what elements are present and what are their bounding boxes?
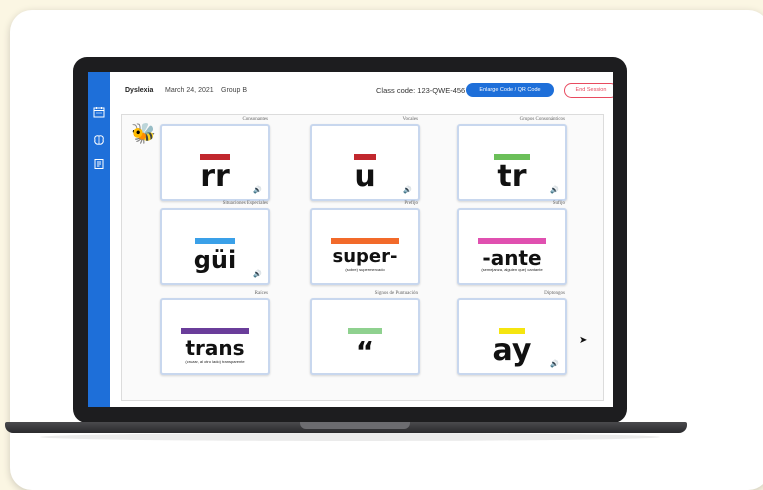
tile-text: ay bbox=[492, 333, 532, 368]
tile-signos-de-puntuacion[interactable]: Signos de Puntuación “ bbox=[310, 291, 420, 375]
tile-raices[interactable]: Raíces trans (cruzar, al otro lado) tran… bbox=[160, 291, 270, 375]
tile-text: “ bbox=[355, 335, 375, 368]
tile-card[interactable]: -ante (semejanza, alguien que) cantante bbox=[457, 208, 567, 285]
mouse-cursor-icon: ➤ bbox=[579, 335, 588, 346]
tile-prefijo[interactable]: Prefijo super- (sobre) supermercado bbox=[310, 201, 420, 285]
calendar-icon[interactable] bbox=[93, 106, 105, 118]
tile-subtext: (semejanza, alguien que) cantante bbox=[481, 267, 543, 272]
speaker-icon[interactable]: 🔊 bbox=[550, 360, 559, 368]
tile-subtext: (cruzar, al otro lado) transparente bbox=[185, 359, 245, 364]
tile-category: Grupos Consonánticos bbox=[519, 117, 565, 122]
color-bar bbox=[331, 238, 399, 244]
top-bar: Dyslexia March 24, 2021 Group B Class co… bbox=[110, 72, 613, 109]
tile-text: rr bbox=[200, 159, 230, 194]
enlarge-code-button[interactable]: Enlarge Code / QR Code bbox=[466, 83, 554, 97]
tile-grupos-consonanticos[interactable]: Grupos Consonánticos tr 🔊 bbox=[457, 117, 567, 201]
app-name: Dyslexia bbox=[125, 87, 154, 94]
tile-diptongos[interactable]: Diptongos ay 🔊 bbox=[457, 291, 567, 375]
tile-consonantes[interactable]: Consonantes rr 🔊 bbox=[160, 117, 270, 201]
tile-card[interactable]: rr 🔊 bbox=[160, 124, 270, 201]
brain-icon[interactable] bbox=[93, 134, 105, 146]
tile-card[interactable]: super- (sobre) supermercado bbox=[310, 208, 420, 285]
tile-category: Prefijo bbox=[404, 201, 418, 206]
group-label: Group B bbox=[221, 87, 248, 94]
tile-subtext: (sobre) supermercado bbox=[345, 267, 385, 272]
tile-sufijo[interactable]: Sufijo -ante (semejanza, alguien que) ca… bbox=[457, 201, 567, 285]
tile-card[interactable]: trans (cruzar, al otro lado) transparent… bbox=[160, 298, 270, 375]
tile-text: tr bbox=[497, 159, 527, 194]
tile-card[interactable]: u 🔊 bbox=[310, 124, 420, 201]
session-date: March 24, 2021 bbox=[165, 87, 214, 94]
bee-icon: 🐝 bbox=[131, 123, 156, 145]
tile-text: güi bbox=[193, 246, 237, 274]
tile-situaciones-especiales[interactable]: Situaciones Especiales güi 🔊 bbox=[160, 201, 270, 285]
color-bar bbox=[348, 328, 382, 334]
speaker-icon[interactable]: 🔊 bbox=[253, 186, 262, 194]
color-bar bbox=[195, 238, 235, 244]
laptop-shadow bbox=[40, 433, 660, 441]
tile-text: -ante bbox=[482, 246, 542, 270]
tile-vocales[interactable]: Vocales u 🔊 bbox=[310, 117, 420, 201]
laptop-screen: Dyslexia March 24, 2021 Group B Class co… bbox=[88, 72, 613, 407]
end-session-button[interactable]: End Session bbox=[564, 83, 613, 98]
tile-card[interactable]: ay 🔊 bbox=[457, 298, 567, 375]
tile-category: Raíces bbox=[254, 291, 268, 296]
notes-icon[interactable] bbox=[93, 158, 105, 170]
speaker-icon[interactable]: 🔊 bbox=[550, 186, 559, 194]
color-bar bbox=[181, 328, 249, 334]
tile-card[interactable]: “ bbox=[310, 298, 420, 375]
speaker-icon[interactable]: 🔊 bbox=[403, 186, 412, 194]
laptop-notch bbox=[300, 422, 410, 429]
tile-card[interactable]: tr 🔊 bbox=[457, 124, 567, 201]
tile-category: Consonantes bbox=[242, 117, 268, 122]
tile-text: trans bbox=[185, 336, 245, 360]
class-code: Class code: 123-QWE-456 bbox=[376, 86, 466, 95]
tile-category: Vocales bbox=[402, 117, 418, 122]
tile-card[interactable]: güi 🔊 bbox=[160, 208, 270, 285]
color-bar bbox=[478, 238, 546, 244]
tile-text: u bbox=[354, 159, 376, 194]
tile-category: Diptongos bbox=[544, 291, 565, 296]
tile-category: Sufijo bbox=[552, 201, 565, 206]
tile-category: Situaciones Especiales bbox=[222, 201, 268, 206]
speaker-icon[interactable]: 🔊 bbox=[253, 270, 262, 278]
sidebar bbox=[88, 72, 110, 407]
tile-text: super- bbox=[332, 246, 398, 267]
tile-category: Signos de Puntuación bbox=[374, 291, 418, 296]
